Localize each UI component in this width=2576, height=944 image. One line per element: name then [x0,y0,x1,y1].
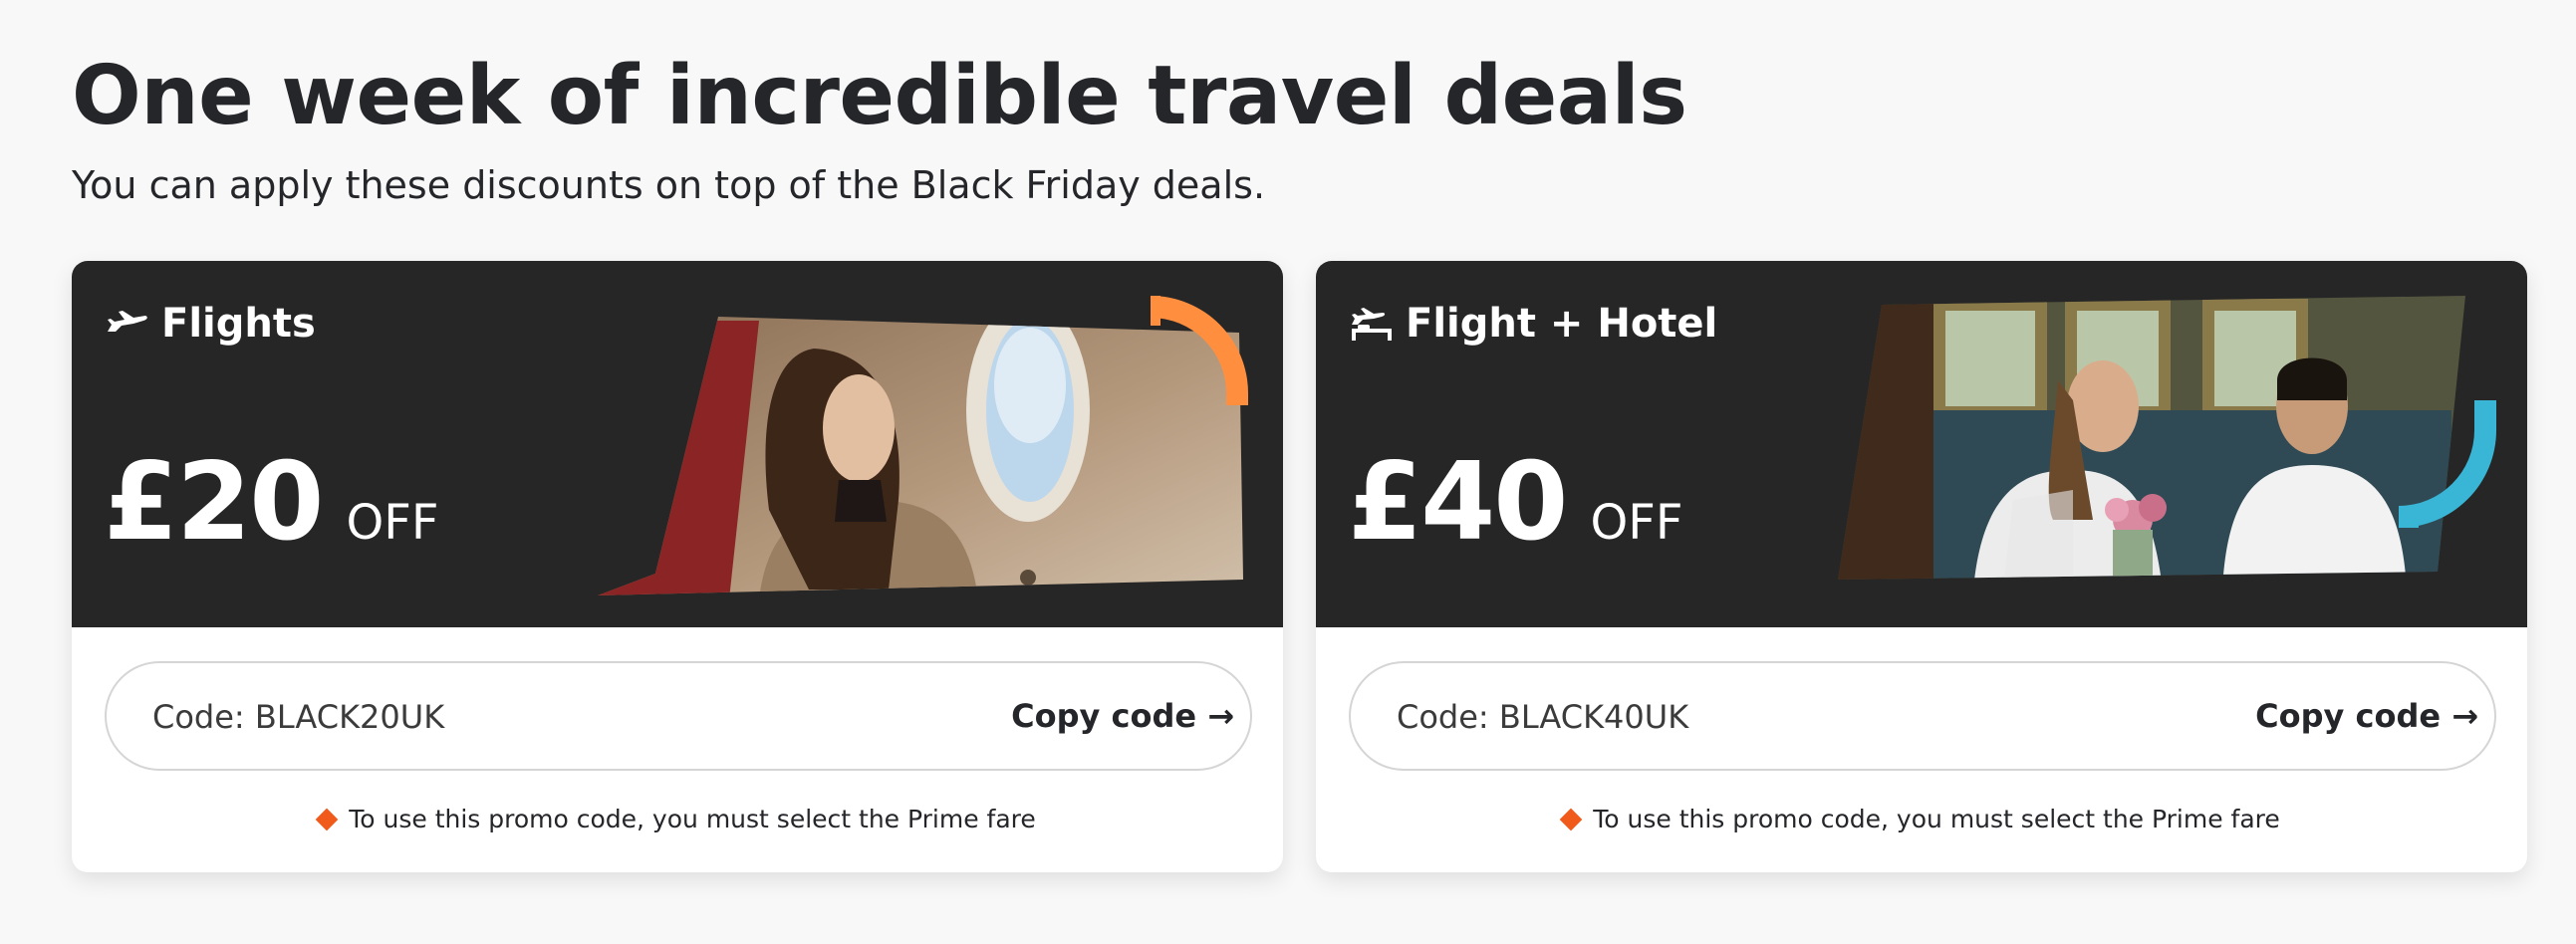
flights-deal-card: Flights £20 OFF Code: BLACK20UK Copy cod… [72,261,1283,872]
discount-amount: £20 OFF [104,440,438,565]
promo-code-text: Code: BLACK20UK [152,698,445,736]
promo-note: To use this promo code, you must select … [1316,805,2527,833]
card-banner: Flight + Hotel £40 OFF [1316,261,2527,627]
page-subtitle: You can apply these discounts on top of … [72,163,1266,207]
card-category: Flight + Hotel [1350,301,1717,347]
discount-value: £20 [104,440,324,565]
plane-hotel-icon [1350,307,1394,341]
discount-value: £40 [1348,440,1568,565]
plane-icon [106,309,149,339]
category-label: Flight + Hotel [1406,301,1718,347]
promo-note: To use this promo code, you must select … [72,805,1283,833]
diamond-icon [315,808,339,830]
promo-note-text: To use this promo code, you must select … [1593,805,2280,833]
category-label: Flights [161,301,316,347]
promo-code-field[interactable]: Code: BLACK20UK Copy code → [105,661,1252,771]
promo-code-text: Code: BLACK40UK [1397,698,1689,736]
promo-note-text: To use this promo code, you must select … [349,805,1036,833]
diamond-icon [1559,808,1583,830]
page-title: One week of incredible travel deals [72,49,1687,143]
copy-code-button[interactable]: Copy code → [2255,697,2478,735]
flight-hotel-deal-card: Flight + Hotel £40 OFF Code: BLACK40UK C… [1316,261,2527,872]
card-category: Flights [106,301,316,347]
card-banner: Flights £20 OFF [72,261,1283,627]
discount-amount: £40 OFF [1348,440,1682,565]
promo-code-field[interactable]: Code: BLACK40UK Copy code → [1349,661,2496,771]
off-label: OFF [1590,495,1683,551]
off-label: OFF [346,495,439,551]
copy-code-button[interactable]: Copy code → [1011,697,1234,735]
